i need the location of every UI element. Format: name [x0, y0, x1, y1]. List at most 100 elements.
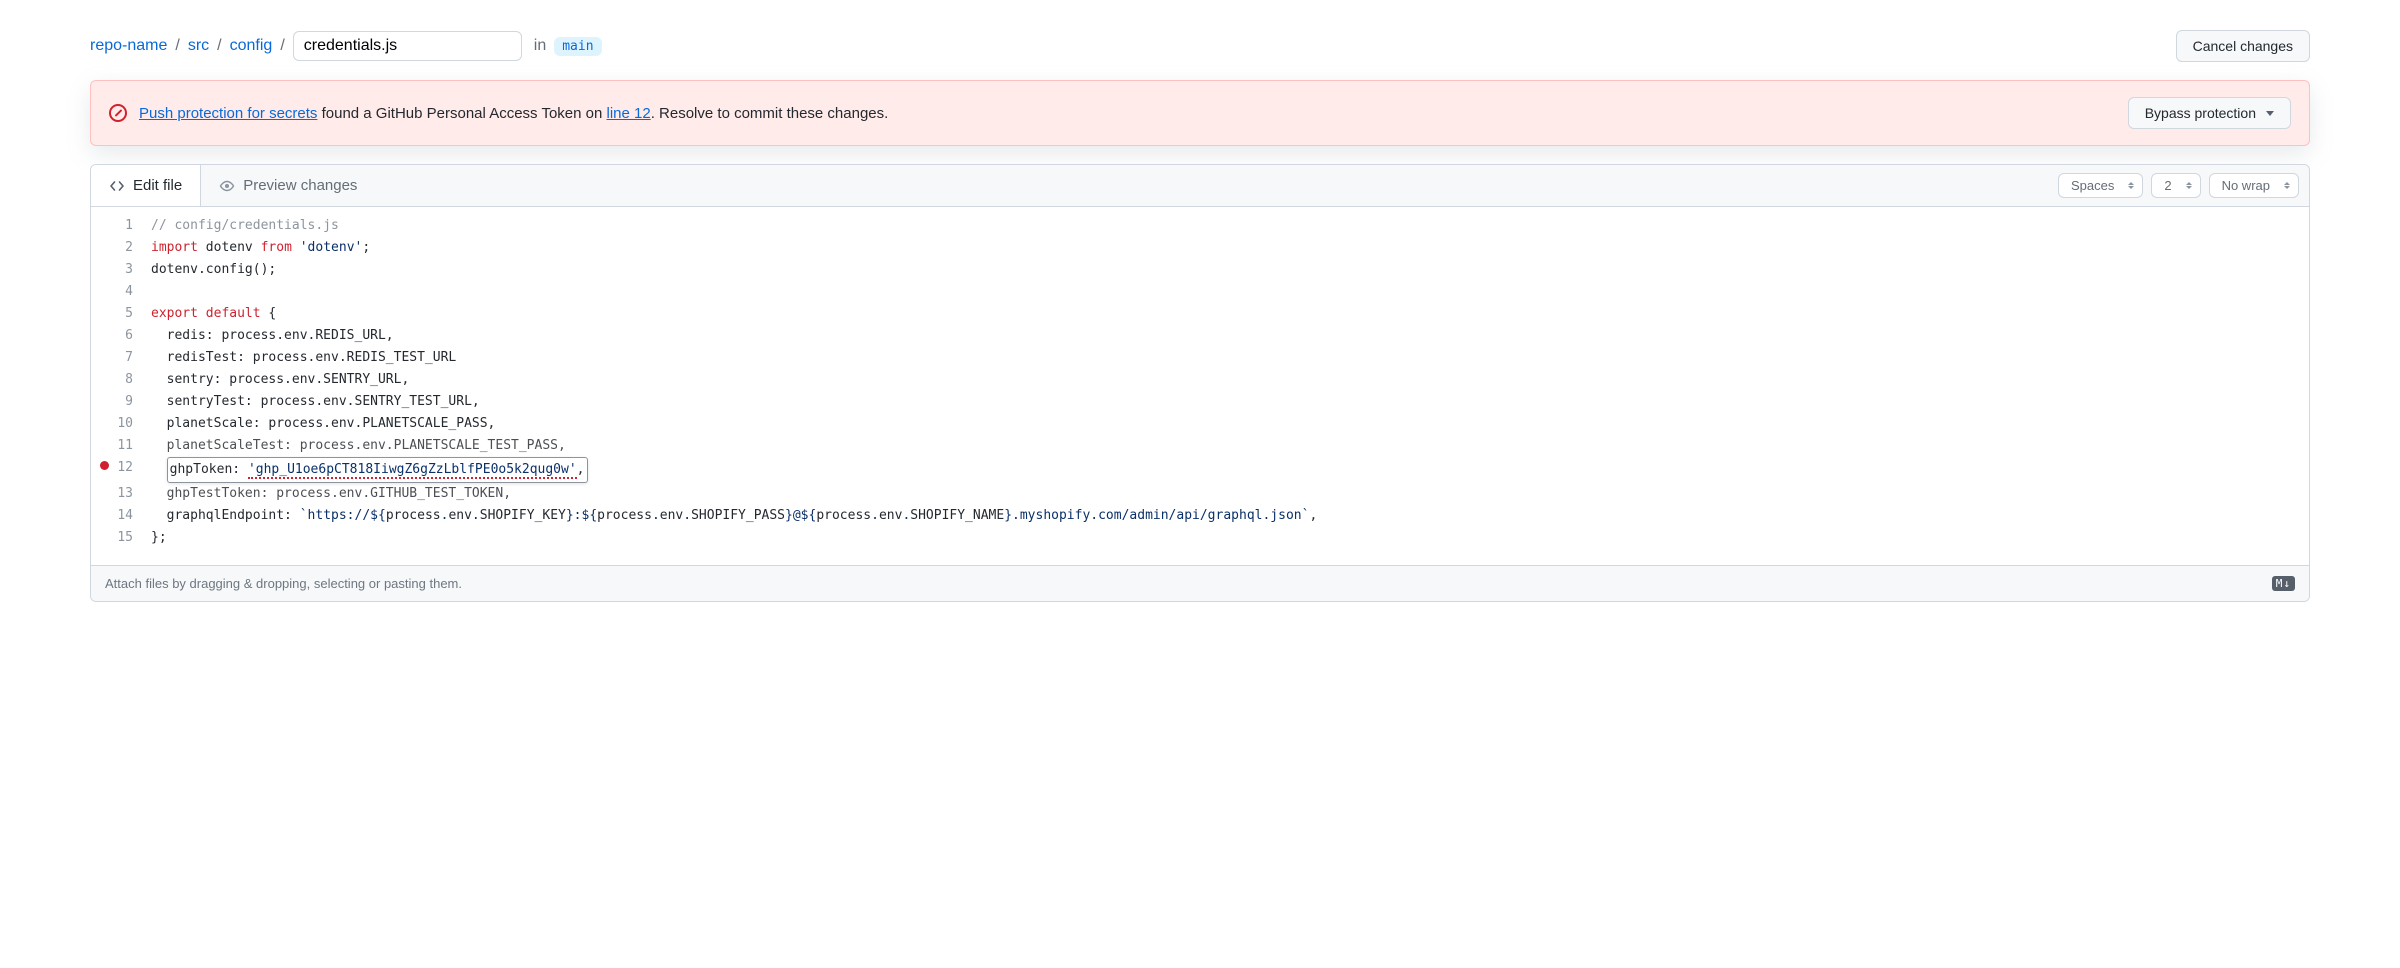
line-number: 4	[117, 281, 151, 303]
code-line[interactable]: 14 graphqlEndpoint: `https://${process.e…	[91, 505, 2309, 527]
updown-icon	[2284, 182, 2290, 189]
code-line[interactable]: 4	[91, 281, 2309, 303]
line-content[interactable]: planetScaleTest: process.env.PLANETSCALE…	[151, 435, 2309, 457]
code-line[interactable]: 8 sentry: process.env.SENTRY_URL,	[91, 369, 2309, 391]
breadcrumb-path-0[interactable]: src	[188, 37, 209, 55]
gutter-marker	[91, 527, 117, 549]
gutter-marker	[91, 281, 117, 303]
line-content[interactable]: import dotenv from 'dotenv';	[151, 237, 2309, 259]
line-content[interactable]: ghpToken: 'ghp_U1oe6pCT818IiwgZ6gZzLblfP…	[151, 457, 2309, 483]
line-number: 14	[117, 505, 151, 527]
gutter-marker	[91, 303, 117, 325]
chevron-down-icon	[2266, 111, 2274, 116]
line-number: 1	[117, 215, 151, 237]
gutter-marker	[91, 237, 117, 259]
tab-preview-label: Preview changes	[243, 177, 357, 194]
code-line[interactable]: 7 redisTest: process.env.REDIS_TEST_URL	[91, 347, 2309, 369]
line-content[interactable]: };	[151, 527, 2309, 549]
line-content[interactable]: dotenv.config();	[151, 259, 2309, 281]
gutter-marker	[91, 369, 117, 391]
line-number: 6	[117, 325, 151, 347]
code-line[interactable]: 15};	[91, 527, 2309, 549]
code-line[interactable]: 6 redis: process.env.REDIS_URL,	[91, 325, 2309, 347]
gutter-marker	[91, 505, 117, 527]
code-line[interactable]: 1// config/credentials.js	[91, 215, 2309, 237]
breadcrumb-sep: /	[276, 37, 288, 55]
line-number: 10	[117, 413, 151, 435]
markdown-icon: M↓	[2272, 576, 2295, 591]
push-protection-alert: Push protection for secrets found a GitH…	[90, 80, 2310, 146]
breadcrumb-sep: /	[171, 37, 183, 55]
code-icon	[109, 178, 125, 194]
in-label: in	[534, 37, 546, 55]
breadcrumb-repo[interactable]: repo-name	[90, 37, 167, 55]
eye-icon	[219, 178, 235, 194]
line-number: 11	[117, 435, 151, 457]
line-number: 5	[117, 303, 151, 325]
line-content[interactable]	[151, 281, 2309, 303]
alert-text-end: . Resolve to commit these changes.	[651, 105, 889, 122]
wrap-mode-label: No wrap	[2222, 178, 2270, 193]
gutter-marker	[91, 347, 117, 369]
code-line[interactable]: 2import dotenv from 'dotenv';	[91, 237, 2309, 259]
editor: Edit file Preview changes Spaces 2 No wr…	[90, 164, 2310, 602]
header-row: repo-name / src / config / in main Cance…	[90, 30, 2310, 62]
indent-mode-select[interactable]: Spaces	[2058, 173, 2143, 198]
code-line[interactable]: 13 ghpTestToken: process.env.GITHUB_TEST…	[91, 483, 2309, 505]
line-number: 7	[117, 347, 151, 369]
editor-settings: Spaces 2 No wrap	[2048, 165, 2309, 206]
wrap-mode-select[interactable]: No wrap	[2209, 173, 2299, 198]
breadcrumb-path-1[interactable]: config	[230, 37, 273, 55]
line-content[interactable]: export default {	[151, 303, 2309, 325]
cancel-button[interactable]: Cancel changes	[2176, 30, 2310, 62]
tab-preview-changes[interactable]: Preview changes	[201, 165, 375, 206]
line-content[interactable]: sentry: process.env.SENTRY_URL,	[151, 369, 2309, 391]
line-content[interactable]: redis: process.env.REDIS_URL,	[151, 325, 2309, 347]
gutter-marker	[91, 457, 117, 483]
line-number: 13	[117, 483, 151, 505]
tab-edit-file[interactable]: Edit file	[91, 164, 201, 206]
line-content[interactable]: sentryTest: process.env.SENTRY_TEST_URL,	[151, 391, 2309, 413]
line-number: 9	[117, 391, 151, 413]
indent-size-select[interactable]: 2	[2151, 173, 2200, 198]
line-content[interactable]: ghpTestToken: process.env.GITHUB_TEST_TO…	[151, 483, 2309, 505]
tab-edit-label: Edit file	[133, 177, 182, 194]
alert-text-mid: found a GitHub Personal Access Token on	[317, 105, 606, 122]
updown-icon	[2128, 182, 2134, 189]
error-dot-icon	[100, 461, 109, 470]
line-link[interactable]: line 12	[607, 105, 651, 122]
gutter-marker	[91, 215, 117, 237]
code-line[interactable]: 12 ghpToken: 'ghp_U1oe6pCT818IiwgZ6gZzLb…	[91, 457, 2309, 483]
indent-mode-label: Spaces	[2071, 178, 2114, 193]
code-line[interactable]: 11 planetScaleTest: process.env.PLANETSC…	[91, 435, 2309, 457]
code-line[interactable]: 10 planetScale: process.env.PLANETSCALE_…	[91, 413, 2309, 435]
line-number: 3	[117, 259, 151, 281]
filename-input[interactable]	[293, 31, 522, 61]
line-content[interactable]: graphqlEndpoint: `https://${process.env.…	[151, 505, 2309, 527]
alert-message: Push protection for secrets found a GitH…	[139, 105, 2116, 122]
updown-icon	[2186, 182, 2192, 189]
code-editor[interactable]: 1// config/credentials.js2import dotenv …	[91, 207, 2309, 565]
gutter-marker	[91, 391, 117, 413]
bypass-protection-button[interactable]: Bypass protection	[2128, 97, 2291, 129]
line-number: 15	[117, 527, 151, 549]
editor-tabs: Edit file Preview changes Spaces 2 No wr…	[91, 165, 2309, 207]
gutter-marker	[91, 435, 117, 457]
breadcrumb: repo-name / src / config / in main	[90, 31, 602, 61]
line-content[interactable]: planetScale: process.env.PLANETSCALE_PAS…	[151, 413, 2309, 435]
breadcrumb-sep: /	[213, 37, 225, 55]
push-protection-link[interactable]: Push protection for secrets	[139, 105, 317, 122]
code-line[interactable]: 3dotenv.config();	[91, 259, 2309, 281]
gutter-marker	[91, 483, 117, 505]
code-line[interactable]: 5export default {	[91, 303, 2309, 325]
gutter-marker	[91, 413, 117, 435]
line-number: 8	[117, 369, 151, 391]
line-number: 12	[117, 457, 151, 483]
attach-files-hint[interactable]: Attach files by dragging & dropping, sel…	[91, 565, 2309, 601]
branch-badge: main	[554, 37, 601, 56]
indent-size-label: 2	[2164, 178, 2171, 193]
code-line[interactable]: 9 sentryTest: process.env.SENTRY_TEST_UR…	[91, 391, 2309, 413]
line-content[interactable]: // config/credentials.js	[151, 215, 2309, 237]
gutter-marker	[91, 325, 117, 347]
line-content[interactable]: redisTest: process.env.REDIS_TEST_URL	[151, 347, 2309, 369]
